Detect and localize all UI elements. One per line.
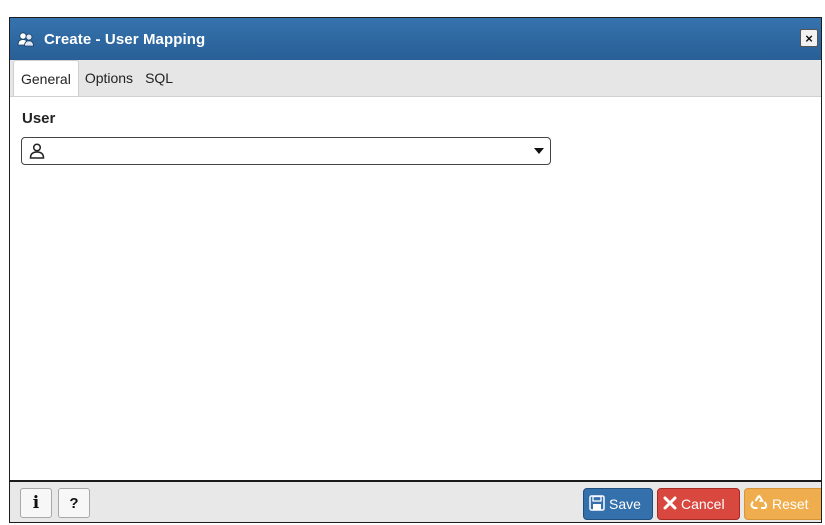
tab-options[interactable]: Options: [79, 60, 139, 96]
help-button[interactable]: ?: [58, 488, 90, 518]
close-button[interactable]: ×: [800, 29, 818, 47]
recycle-icon: [749, 493, 769, 516]
tab-general-label: General: [21, 70, 71, 87]
save-button[interactable]: Save: [583, 488, 653, 520]
reset-button[interactable]: Reset: [744, 488, 821, 520]
user-mapping-icon: [16, 29, 36, 49]
cancel-button[interactable]: Cancel: [657, 488, 740, 520]
tab-general[interactable]: General: [13, 60, 79, 96]
dialog-title: Create - User Mapping: [44, 30, 206, 48]
tab-sql-label: SQL: [145, 70, 174, 86]
save-icon: [588, 494, 606, 515]
tab-options-label: Options: [84, 70, 134, 86]
help-icon: ?: [69, 494, 79, 512]
reset-label: Reset: [772, 496, 809, 512]
close-icon: ×: [805, 30, 813, 46]
user-icon: [28, 142, 46, 160]
general-tab-panel: User: [10, 97, 821, 480]
tab-bar: General Options SQL: [10, 60, 821, 97]
cancel-icon: [662, 495, 678, 514]
info-icon: i: [32, 493, 40, 513]
dialog-titlebar[interactable]: Create - User Mapping ×: [10, 18, 821, 60]
user-select[interactable]: [21, 137, 551, 165]
create-user-mapping-dialog: Create - User Mapping × General Options …: [9, 17, 822, 523]
chevron-down-icon: [534, 148, 544, 154]
tab-sql[interactable]: SQL: [139, 60, 179, 96]
dialog-footer: i ? Save Cancel Reset: [10, 480, 821, 522]
user-field-label: User: [22, 110, 56, 127]
save-label: Save: [609, 496, 641, 512]
info-button[interactable]: i: [20, 488, 52, 518]
cancel-label: Cancel: [681, 496, 725, 512]
